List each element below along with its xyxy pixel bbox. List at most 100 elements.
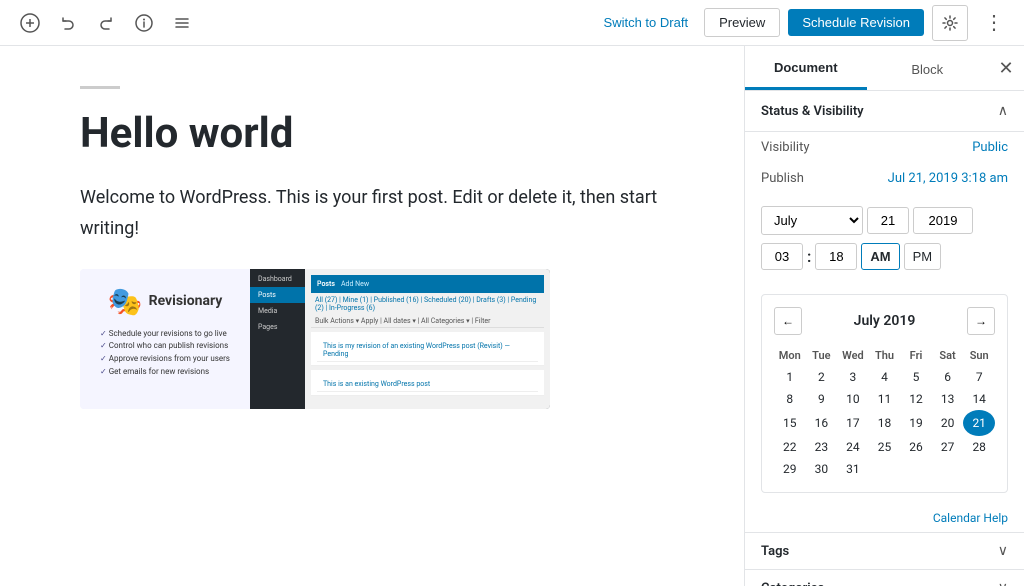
schedule-revision-button[interactable]: Schedule Revision bbox=[788, 9, 924, 36]
sidebar-panel: Document Block ✕ Status & Visibility ∧ V… bbox=[744, 46, 1024, 586]
cal-day-tue: Tue bbox=[806, 345, 838, 366]
calendar-next-button[interactable]: → bbox=[967, 307, 995, 335]
calendar-day[interactable]: 24 bbox=[837, 436, 869, 458]
add-block-button[interactable] bbox=[12, 5, 48, 41]
calendar-day[interactable]: 16 bbox=[806, 410, 838, 436]
calendar-day[interactable]: 17 bbox=[837, 410, 869, 436]
calendar-day[interactable]: 31 bbox=[837, 458, 869, 480]
undo-button[interactable] bbox=[50, 5, 86, 41]
calendar-day[interactable]: 19 bbox=[900, 410, 932, 436]
wp-sidebar-pages: Pages bbox=[250, 319, 305, 335]
info-button[interactable] bbox=[126, 5, 162, 41]
status-visibility-header: Status & Visibility ∧ bbox=[745, 91, 1024, 132]
calendar-day[interactable]: 21 bbox=[963, 410, 995, 436]
calendar-help-link[interactable]: Calendar Help bbox=[933, 511, 1008, 525]
calendar-day[interactable]: 25 bbox=[869, 436, 901, 458]
plugin-logo: 🎭 Revisionary bbox=[108, 285, 223, 318]
preview-button[interactable]: Preview bbox=[704, 8, 780, 37]
visibility-value[interactable]: Public bbox=[972, 140, 1008, 155]
calendar-day[interactable]: 8 bbox=[774, 388, 806, 410]
feature-item: Get emails for new revisions bbox=[100, 366, 230, 379]
calendar-day[interactable]: 9 bbox=[806, 388, 838, 410]
pm-button[interactable]: PM bbox=[904, 243, 942, 270]
feature-item: Control who can publish revisions bbox=[100, 340, 230, 353]
day-input[interactable] bbox=[867, 207, 909, 234]
plugin-info-left: 🎭 Revisionary Schedule your revisions to… bbox=[80, 269, 250, 409]
calendar-day[interactable]: 26 bbox=[900, 436, 932, 458]
wp-sidebar: Dashboard Posts Media Pages bbox=[250, 269, 305, 409]
cal-day-sat: Sat bbox=[932, 345, 964, 366]
settings-button[interactable] bbox=[932, 5, 968, 41]
calendar-day[interactable]: 2 bbox=[806, 366, 838, 388]
plugin-icon: 🎭 bbox=[108, 285, 143, 318]
wp-admin-mockup: Dashboard Posts Media Pages Posts Add Ne… bbox=[250, 269, 550, 409]
tags-row[interactable]: Tags ∨ bbox=[745, 532, 1024, 569]
am-button[interactable]: AM bbox=[861, 243, 899, 270]
cal-day-fri: Fri bbox=[900, 345, 932, 366]
year-input[interactable] bbox=[913, 207, 973, 234]
calendar-day[interactable]: 6 bbox=[932, 366, 964, 388]
wp-sidebar-posts: Posts bbox=[250, 287, 305, 303]
panel-close-button[interactable]: ✕ bbox=[988, 50, 1024, 86]
wp-posts-header: Posts bbox=[317, 280, 335, 288]
main-layout: Hello world Welcome to WordPress. This i… bbox=[0, 46, 1024, 586]
month-select[interactable]: JanuaryFebruaryMarch AprilMayJune JulyAu… bbox=[761, 206, 863, 235]
date-picker: JanuaryFebruaryMarch AprilMayJune JulyAu… bbox=[745, 194, 1024, 286]
tab-document[interactable]: Document bbox=[745, 46, 867, 90]
tags-label: Tags bbox=[761, 544, 789, 559]
calendar-day[interactable]: 7 bbox=[963, 366, 995, 388]
post-content[interactable]: Welcome to WordPress. This is your first… bbox=[80, 183, 664, 244]
calendar-prev-button[interactable]: ← bbox=[774, 307, 802, 335]
calendar-day[interactable]: 30 bbox=[806, 458, 838, 480]
hour-input[interactable] bbox=[761, 243, 803, 270]
visibility-row: Visibility Public bbox=[745, 132, 1024, 163]
tags-chevron-icon[interactable]: ∨ bbox=[998, 543, 1008, 559]
calendar-day[interactable]: 13 bbox=[932, 388, 964, 410]
calendar-day[interactable]: 27 bbox=[932, 436, 964, 458]
more-options-button[interactable]: ⋮ bbox=[976, 5, 1012, 41]
editor-area: Hello world Welcome to WordPress. This i… bbox=[0, 46, 744, 586]
calendar-day[interactable]: 18 bbox=[869, 410, 901, 436]
calendar-day[interactable]: 22 bbox=[774, 436, 806, 458]
categories-chevron-icon[interactable]: ∨ bbox=[998, 580, 1008, 586]
post-title[interactable]: Hello world bbox=[80, 109, 664, 159]
calendar-day[interactable]: 15 bbox=[774, 410, 806, 436]
calendar-day[interactable]: 28 bbox=[963, 436, 995, 458]
calendar-day bbox=[932, 458, 964, 480]
calendar-header: ← July 2019 → bbox=[774, 307, 995, 335]
time-separator: : bbox=[807, 247, 811, 266]
publish-row: Publish Jul 21, 2019 3:18 am bbox=[745, 163, 1024, 194]
calendar: ← July 2019 → Mon Tue Wed Thu Fri Sat Su… bbox=[761, 294, 1008, 493]
tab-block[interactable]: Block bbox=[867, 48, 989, 89]
publish-value[interactable]: Jul 21, 2019 3:18 am bbox=[888, 171, 1008, 186]
calendar-day[interactable]: 12 bbox=[900, 388, 932, 410]
calendar-day[interactable]: 10 bbox=[837, 388, 869, 410]
calendar-day[interactable]: 23 bbox=[806, 436, 838, 458]
feature-list: Schedule your revisions to go live Contr… bbox=[100, 328, 230, 379]
date-row: JanuaryFebruaryMarch AprilMayJune JulyAu… bbox=[761, 206, 1008, 235]
calendar-day[interactable]: 3 bbox=[837, 366, 869, 388]
categories-label: Categories bbox=[761, 581, 824, 586]
cal-day-mon: Mon bbox=[774, 345, 806, 366]
categories-row[interactable]: Categories ∨ bbox=[745, 569, 1024, 586]
calendar-day[interactable]: 14 bbox=[963, 388, 995, 410]
switch-to-draft-button[interactable]: Switch to Draft bbox=[596, 9, 697, 36]
calendar-day[interactable]: 4 bbox=[869, 366, 901, 388]
minute-input[interactable] bbox=[815, 243, 857, 270]
calendar-day[interactable]: 29 bbox=[774, 458, 806, 480]
calendar-day[interactable]: 20 bbox=[932, 410, 964, 436]
wp-post-row-1: This is my revision of an existing WordP… bbox=[311, 332, 544, 366]
wp-content: Posts Add New All (27) | Mine (1) | Publ… bbox=[305, 269, 550, 409]
calendar-day[interactable]: 11 bbox=[869, 388, 901, 410]
cal-day-wed: Wed bbox=[837, 345, 869, 366]
redo-button[interactable] bbox=[88, 5, 124, 41]
wp-sidebar-media: Media bbox=[250, 303, 305, 319]
title-divider bbox=[80, 86, 120, 89]
calendar-day[interactable]: 5 bbox=[900, 366, 932, 388]
chevron-up-icon[interactable]: ∧ bbox=[998, 103, 1008, 119]
list-view-button[interactable] bbox=[164, 5, 200, 41]
calendar-help: Calendar Help bbox=[745, 501, 1024, 532]
calendar-day bbox=[900, 458, 932, 480]
toolbar: Switch to Draft Preview Schedule Revisio… bbox=[0, 0, 1024, 46]
calendar-day[interactable]: 1 bbox=[774, 366, 806, 388]
